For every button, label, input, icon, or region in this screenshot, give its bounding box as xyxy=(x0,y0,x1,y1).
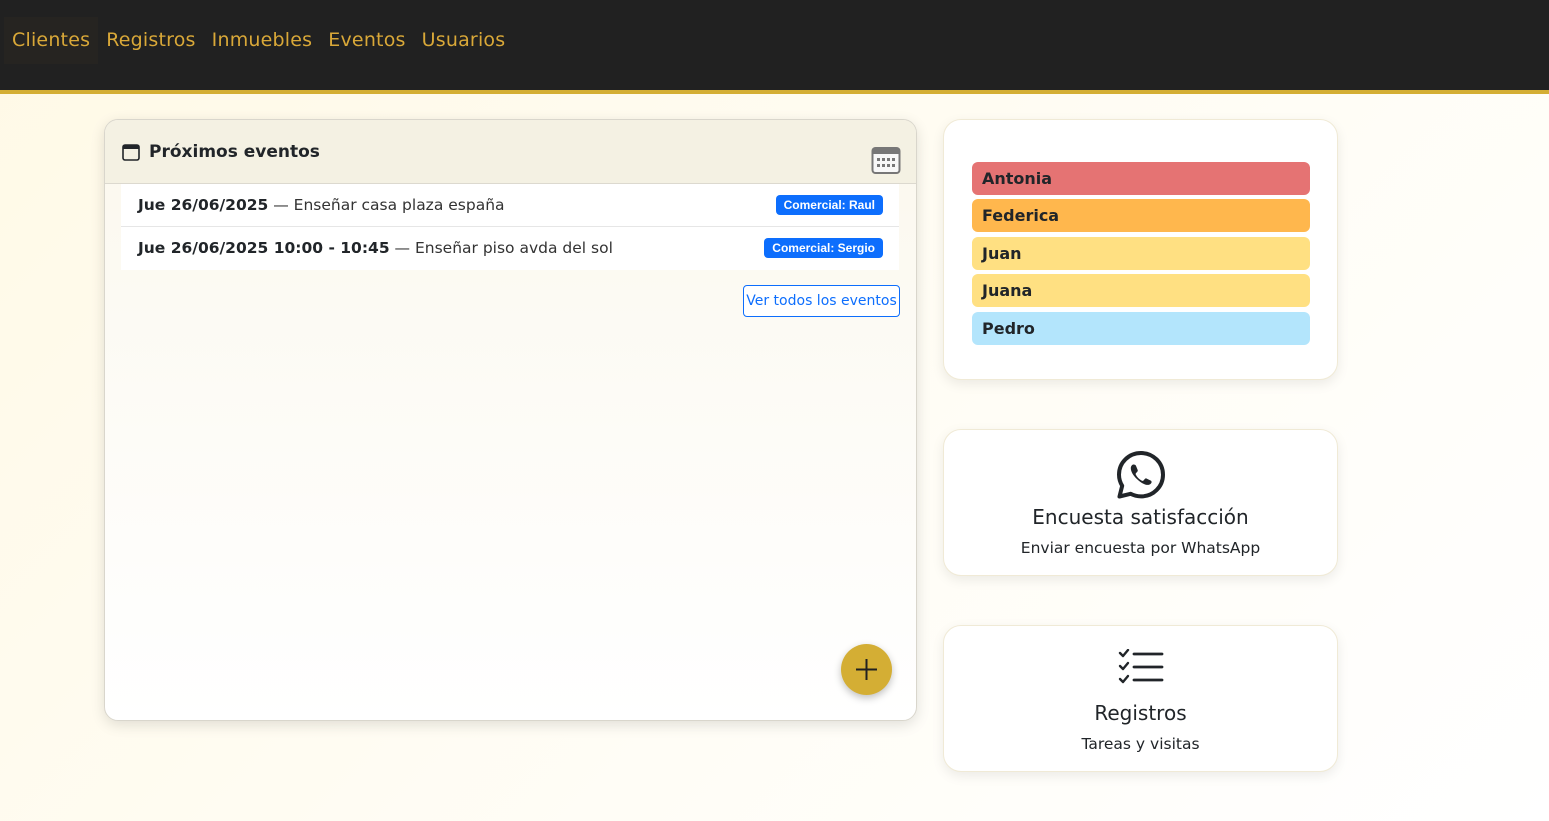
event-item[interactable]: Jue 26/06/2025 — Enseñar casa plaza espa… xyxy=(121,184,899,227)
whatsapp-survey-card[interactable]: Encuesta satisfacción Enviar encuesta po… xyxy=(943,429,1338,576)
nav-item-eventos[interactable]: Eventos xyxy=(320,17,413,64)
whatsapp-card-subtitle: Enviar encuesta por WhatsApp xyxy=(1020,539,1261,557)
upcoming-events-card: Próximos eventos Jue 26/06/2025 — Enseña… xyxy=(104,119,917,721)
user-pill-federica[interactable]: Federica xyxy=(972,199,1310,232)
calendar-view-icon[interactable] xyxy=(871,145,901,175)
nav-item-inmuebles[interactable]: Inmuebles xyxy=(204,17,321,64)
registros-card-title: Registros xyxy=(1094,701,1187,725)
event-separator: — xyxy=(389,239,415,257)
registros-card[interactable]: Registros Tareas y visitas xyxy=(943,625,1338,772)
user-pill-pedro[interactable]: Pedro xyxy=(972,312,1310,345)
nav-item-usuarios[interactable]: Usuarios xyxy=(414,17,514,64)
add-event-button[interactable] xyxy=(841,644,892,695)
salesperson-badge: Comercial: Sergio xyxy=(764,238,883,258)
view-all-events-button[interactable]: Ver todos los eventos xyxy=(743,285,900,317)
user-pill-juana[interactable]: Juana xyxy=(972,274,1310,307)
event-description: Enseñar casa plaza españa xyxy=(293,196,505,214)
nav-item-registros[interactable]: Registros xyxy=(98,17,203,64)
plus-icon xyxy=(856,659,877,680)
event-description: Enseñar piso avda del sol xyxy=(414,239,613,257)
whatsapp-card-title: Encuesta satisfacción xyxy=(1032,505,1249,529)
nav-item-clientes[interactable]: Clientes xyxy=(4,17,99,64)
registros-card-subtitle: Tareas y visitas xyxy=(1081,735,1200,753)
event-list: Jue 26/06/2025 — Enseñar casa plaza espa… xyxy=(121,184,899,270)
top-navbar: Clientes Registros Inmuebles Eventos Usu… xyxy=(0,0,1549,94)
event-date: Jue 26/06/2025 xyxy=(138,196,269,214)
events-header: Próximos eventos xyxy=(105,120,916,184)
user-pill-juan[interactable]: Juan xyxy=(972,237,1310,270)
event-separator: — xyxy=(268,196,294,214)
whatsapp-icon xyxy=(1117,451,1165,499)
event-item[interactable]: Jue 26/06/2025 10:00 - 10:45 — Enseñar p… xyxy=(121,227,899,270)
salesperson-badge: Comercial: Raul xyxy=(775,195,883,215)
event-date: Jue 26/06/2025 10:00 - 10:45 xyxy=(138,239,390,257)
nav-links: Clientes Registros Inmuebles Eventos Usu… xyxy=(4,17,513,64)
user-pill-antonia[interactable]: Antonia xyxy=(972,162,1310,195)
events-title: Próximos eventos xyxy=(149,142,320,162)
checklist-icon xyxy=(1118,649,1164,684)
users-color-card: Antonia Federica Juan Juana Pedro xyxy=(943,119,1338,380)
calendar-icon xyxy=(122,144,140,161)
